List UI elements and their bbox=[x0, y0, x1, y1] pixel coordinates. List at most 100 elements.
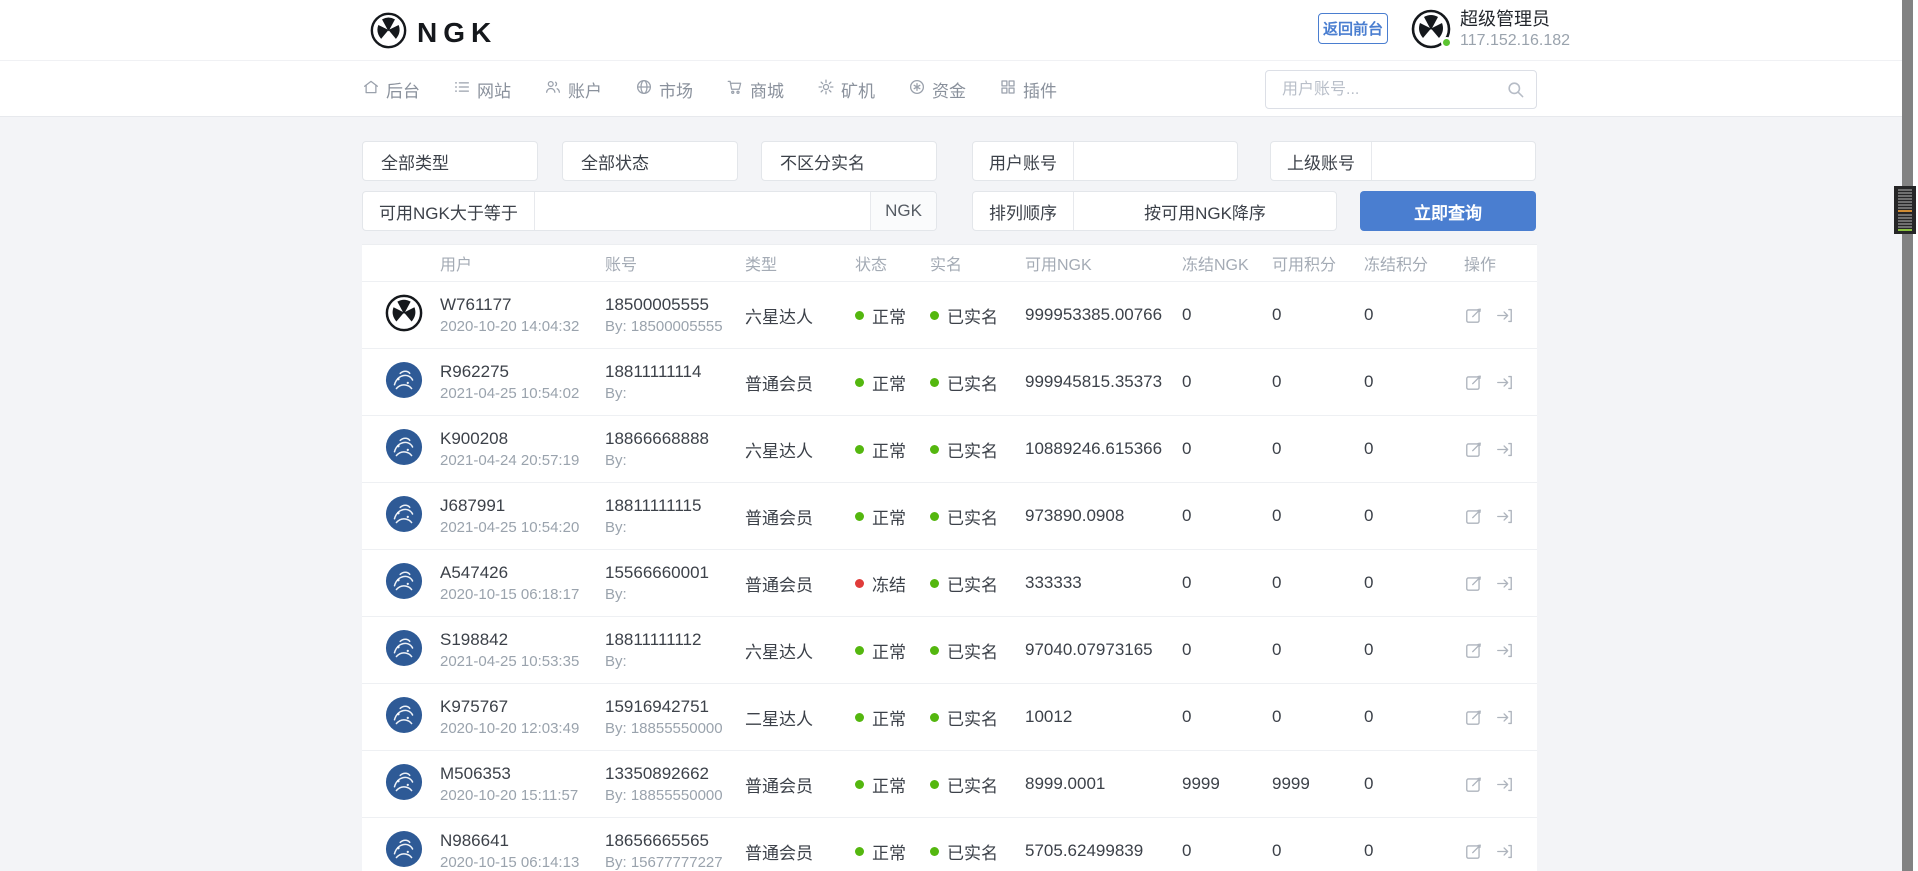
realname-filter-select[interactable]: 不区分实名 bbox=[761, 141, 937, 181]
type-filter-select[interactable]: 全部类型 bbox=[362, 141, 538, 181]
realname-label: 已实名 bbox=[947, 374, 998, 394]
search-icon[interactable] bbox=[1506, 80, 1525, 104]
edit-user-button[interactable] bbox=[1464, 373, 1483, 392]
available-ngk: 333333 bbox=[1025, 573, 1082, 592]
brand-name: NGK bbox=[417, 17, 498, 48]
login-as-user-button[interactable] bbox=[1495, 842, 1514, 861]
login-as-user-button[interactable] bbox=[1495, 775, 1514, 794]
status-dot bbox=[855, 578, 864, 588]
register-date: 2020-10-20 12:03:49 bbox=[440, 720, 580, 738]
nav-item-users[interactable]: 账户 bbox=[544, 77, 602, 102]
realname-dot bbox=[930, 779, 939, 789]
login-as-user-button[interactable] bbox=[1495, 574, 1514, 593]
status-dot bbox=[855, 712, 864, 722]
back-to-front-button[interactable]: 返回前台 bbox=[1318, 13, 1388, 44]
status-label: 正常 bbox=[872, 776, 906, 796]
available-ngk: 10889246.615366 bbox=[1025, 439, 1163, 458]
user-avatar bbox=[385, 495, 423, 533]
available-points: 0 bbox=[1272, 372, 1282, 391]
available-points: 0 bbox=[1272, 506, 1282, 525]
frozen-points: 0 bbox=[1364, 372, 1374, 391]
member-type: 普通会员 bbox=[745, 374, 813, 394]
nav-item-cart[interactable]: 商城 bbox=[726, 77, 784, 102]
referrer: By: bbox=[605, 653, 627, 671]
nav-item-gear[interactable]: 矿机 bbox=[817, 77, 875, 102]
status-badge: 正常 bbox=[855, 839, 930, 864]
list-icon bbox=[453, 78, 471, 101]
frozen-ngk: 0 bbox=[1182, 439, 1192, 458]
login-as-user-button[interactable] bbox=[1495, 440, 1514, 459]
edit-user-button[interactable] bbox=[1464, 775, 1483, 794]
scrollbar-minimap-thumb[interactable] bbox=[1894, 186, 1916, 234]
frozen-ngk: 9999 bbox=[1182, 774, 1220, 793]
user-account-input[interactable] bbox=[1074, 142, 1237, 180]
order-select[interactable]: 按可用NGK降序 bbox=[1074, 199, 1336, 224]
account-number: 13350892662 bbox=[605, 763, 710, 783]
frozen-points: 0 bbox=[1364, 707, 1374, 726]
user-id: M506353 bbox=[440, 763, 511, 783]
parent-account-input[interactable] bbox=[1372, 142, 1535, 180]
search-input[interactable] bbox=[1265, 70, 1537, 109]
status-filter-select[interactable]: 全部状态 bbox=[562, 141, 738, 181]
top-header: NGK 返回前台 超级管理员 117.152.16.182 bbox=[0, 0, 1902, 61]
query-button[interactable]: 立即查询 bbox=[1360, 191, 1536, 231]
account-number: 15566660001 bbox=[605, 562, 710, 582]
edit-user-button[interactable] bbox=[1464, 641, 1483, 660]
nav-item-funds[interactable]: 资金 bbox=[908, 77, 966, 102]
status-dot bbox=[855, 779, 864, 789]
frozen-ngk: 0 bbox=[1182, 305, 1192, 324]
frozen-ngk: 0 bbox=[1182, 506, 1192, 525]
edit-user-button[interactable] bbox=[1464, 507, 1483, 526]
nav-item-plugin[interactable]: 插件 bbox=[999, 77, 1057, 102]
nav-item-list[interactable]: 网站 bbox=[453, 77, 511, 102]
login-as-user-button[interactable] bbox=[1495, 507, 1514, 526]
admin-user-menu[interactable]: 超级管理员 117.152.16.182 bbox=[1411, 8, 1570, 51]
nav-item-label: 网站 bbox=[477, 81, 511, 101]
realname-label: 已实名 bbox=[947, 575, 998, 595]
login-as-user-button[interactable] bbox=[1495, 306, 1514, 325]
table-header-row: 用户 账号 类型 状态 实名 可用NGK 冻结NGK 可用积分 冻结积分 操作 bbox=[362, 245, 1537, 282]
edit-user-button[interactable] bbox=[1464, 306, 1483, 325]
available-ngk: 5705.62499839 bbox=[1025, 841, 1144, 860]
scrollbar-track[interactable] bbox=[1902, 0, 1913, 871]
table-row: A547426 2020-10-15 06:18:17 15566660001 … bbox=[362, 550, 1537, 617]
available-points: 0 bbox=[1272, 573, 1282, 592]
login-as-user-button[interactable] bbox=[1495, 708, 1514, 727]
register-date: 2021-04-25 10:53:35 bbox=[440, 653, 580, 671]
register-date: 2021-04-24 20:57:19 bbox=[440, 452, 580, 470]
table-header-cell: 可用NGK bbox=[1025, 257, 1092, 274]
cart-icon bbox=[726, 78, 744, 101]
frozen-ngk: 0 bbox=[1182, 640, 1192, 659]
nav-item-globe[interactable]: 市场 bbox=[635, 77, 693, 102]
frozen-ngk: 0 bbox=[1182, 841, 1192, 860]
edit-user-button[interactable] bbox=[1464, 842, 1483, 861]
login-as-user-button[interactable] bbox=[1495, 373, 1514, 392]
user-avatar bbox=[385, 629, 423, 667]
ngk-min-input[interactable] bbox=[534, 192, 871, 230]
table-row: W761177 2020-10-20 14:04:32 18500005555 … bbox=[362, 282, 1537, 349]
users-table: 用户 账号 类型 状态 实名 可用NGK 冻结NGK 可用积分 冻结积分 操作 W761177 2… bbox=[362, 244, 1537, 871]
table-row: N986641 2020-10-15 06:14:13 18656665565 … bbox=[362, 818, 1537, 871]
edit-user-button[interactable] bbox=[1464, 708, 1483, 727]
brand: NGK bbox=[370, 12, 497, 54]
register-date: 2020-10-20 14:04:32 bbox=[440, 318, 580, 336]
status-dot bbox=[855, 310, 864, 320]
edit-user-button[interactable] bbox=[1464, 574, 1483, 593]
realname-badge: 已实名 bbox=[930, 772, 1025, 797]
frozen-ngk: 0 bbox=[1182, 372, 1192, 391]
user-id: K975767 bbox=[440, 696, 509, 716]
realname-badge: 已实名 bbox=[930, 303, 1025, 328]
user-avatar bbox=[385, 562, 423, 600]
referrer: By: bbox=[605, 519, 627, 537]
referrer: By: bbox=[605, 385, 627, 403]
edit-user-button[interactable] bbox=[1464, 440, 1483, 459]
nav-item-label: 资金 bbox=[932, 81, 966, 101]
status-dot bbox=[855, 444, 864, 454]
login-as-user-button[interactable] bbox=[1495, 641, 1514, 660]
status-label: 冻结 bbox=[872, 575, 906, 595]
account-number: 18811111115 bbox=[605, 495, 702, 515]
table-row: K900208 2021-04-24 20:57:19 18866668888 … bbox=[362, 416, 1537, 483]
frozen-ngk: 0 bbox=[1182, 573, 1192, 592]
nav-item-home[interactable]: 后台 bbox=[362, 77, 420, 102]
realname-dot bbox=[930, 712, 939, 722]
